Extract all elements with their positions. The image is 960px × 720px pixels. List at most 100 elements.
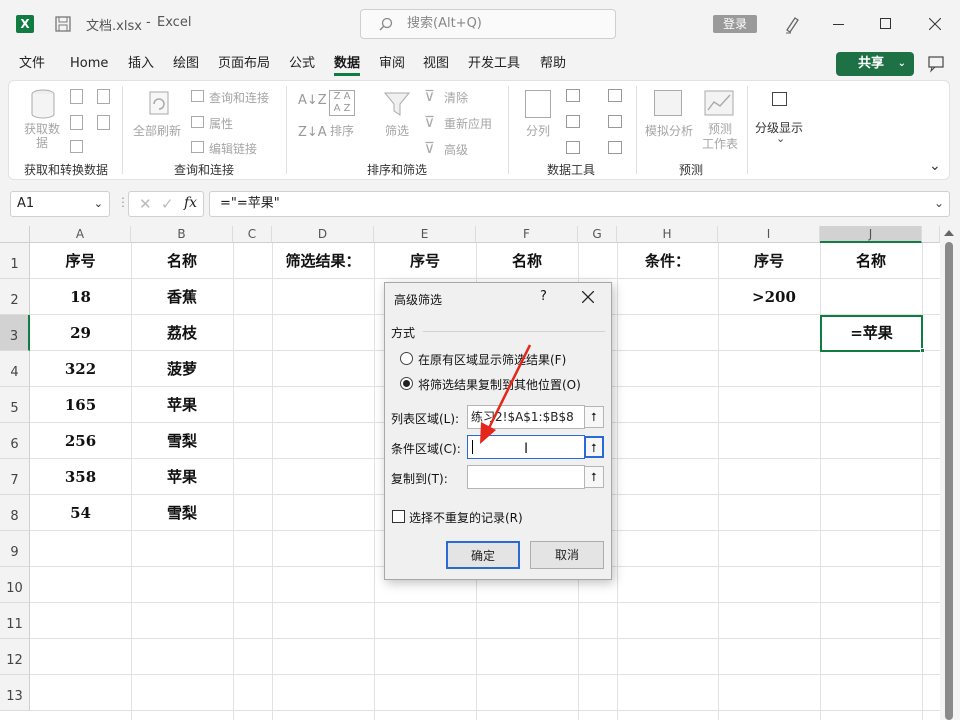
what-if-icon[interactable] [654,90,682,116]
row-header-10[interactable]: 10 [0,567,30,603]
row-header-13[interactable]: 13 [0,675,30,711]
cell-b3[interactable]: 荔枝 [131,315,233,351]
cell-j1[interactable]: 名称 [820,243,922,279]
cell-a6[interactable]: 256 [30,423,131,459]
get-data-button[interactable]: 获取数 据 [24,122,60,150]
edit-links-icon[interactable] [191,141,204,153]
cell-e1[interactable]: 序号 [374,243,476,279]
unique-records-checkbox[interactable] [392,510,405,523]
cell-a5[interactable]: 165 [30,387,131,423]
unique-records-label[interactable]: 选择不重复的记录(R) [409,509,523,526]
column-header-a[interactable]: A [30,226,131,243]
refresh-all-icon[interactable] [144,88,174,118]
row-header-4[interactable]: 4 [0,351,30,387]
cell-b5[interactable]: 苹果 [131,387,233,423]
sort-za-icon[interactable]: Z↓A [298,125,327,140]
column-header-i[interactable]: I [718,226,820,243]
cell-i2[interactable]: >200 [718,279,820,315]
cell-b1[interactable]: 名称 [131,243,233,279]
maximize-icon[interactable] [880,18,891,29]
collapse-ribbon-icon[interactable]: ⌄ [929,158,941,174]
row-header-5[interactable]: 5 [0,387,30,423]
reapply-icon[interactable]: ⊽ [424,113,435,131]
from-text-icon[interactable] [70,89,83,104]
cell-f1[interactable]: 名称 [476,243,578,279]
cell-b6[interactable]: 雪梨 [131,423,233,459]
cell-a2[interactable]: 18 [30,279,131,315]
clear-filter-icon[interactable]: ⊽ [424,87,435,105]
login-button[interactable]: 登录 [713,15,757,33]
cell-a4[interactable]: 322 [30,351,131,387]
queries-icon[interactable] [191,90,204,102]
column-header-k[interactable] [922,226,940,243]
menu-formulas[interactable]: 公式 [289,54,315,76]
data-validation-icon[interactable] [566,141,580,154]
row-header-7[interactable]: 7 [0,459,30,495]
column-header-h[interactable]: H [617,226,718,243]
properties-icon[interactable] [191,116,204,128]
text-to-columns-icon[interactable] [525,90,551,118]
cell-b4[interactable]: 菠萝 [131,351,233,387]
menu-review[interactable]: 审阅 [379,54,405,76]
menu-view[interactable]: 视图 [423,54,449,76]
remove-duplicates-icon[interactable] [566,115,580,128]
copy-to-picker[interactable]: ⭡ [584,466,604,488]
row-header-2[interactable]: 2 [0,279,30,315]
sort-button[interactable]: 排序 [330,122,354,139]
menu-help[interactable]: 帮助 [540,54,566,76]
relationships-icon[interactable] [608,115,622,128]
advanced-filter-icon[interactable]: ⊽ [424,139,435,157]
row-header-11[interactable]: 11 [0,603,30,639]
menu-insert[interactable]: 插入 [128,54,154,76]
close-icon[interactable] [929,18,941,30]
what-if-button[interactable]: 模拟分析 [645,122,693,139]
copy-to-field[interactable] [467,465,585,489]
cancel-icon[interactable]: ✕ [139,195,152,213]
sort-icon[interactable]: Z AA Z [329,90,355,116]
advanced-filter-button[interactable]: 高级 [444,141,468,158]
consolidate-icon[interactable] [608,89,622,102]
select-all-corner[interactable] [0,226,30,243]
scroll-up-icon[interactable] [944,230,954,236]
database-icon[interactable] [30,88,56,122]
minimize-icon[interactable] [833,24,844,25]
row-header-6[interactable]: 6 [0,423,30,459]
criteria-range-picker[interactable]: ⭡ [584,436,604,458]
column-header-g[interactable]: G [578,226,617,243]
menu-home[interactable]: Home [70,54,108,76]
close-icon[interactable] [582,291,594,303]
formula-input[interactable]: ="=苹果" [209,191,950,217]
sort-az-icon[interactable]: A↓Z [298,93,327,108]
column-header-d[interactable]: D [272,226,374,243]
menu-developer[interactable]: 开发工具 [468,54,520,76]
refresh-all-button[interactable]: 全部刷新 [133,122,181,139]
comments-icon[interactable] [927,55,945,73]
row-header-8[interactable]: 8 [0,495,30,531]
row-header-3[interactable]: 3 [0,315,30,351]
ok-button[interactable]: 确定 [446,541,520,569]
recent-sources-icon[interactable] [97,89,110,104]
from-table-icon[interactable] [70,140,83,153]
enter-icon[interactable]: ✓ [161,195,174,213]
scrollbar-thumb[interactable] [945,242,953,720]
fill-handle[interactable] [920,348,925,353]
insert-function-icon[interactable]: fx [184,195,197,211]
column-header-c[interactable]: C [233,226,272,243]
forecast-sheet-icon[interactable] [704,90,734,116]
radio-copy-to[interactable] [400,377,413,390]
list-range-picker[interactable]: ⭡ [584,406,604,428]
row-header-12[interactable]: 12 [0,639,30,675]
menu-file[interactable]: 文件 [19,54,45,76]
filter-button[interactable]: 筛选 [385,122,409,139]
flash-fill-icon[interactable] [566,89,580,102]
save-icon[interactable] [55,16,71,32]
cell-a1[interactable]: 序号 [30,243,131,279]
column-header-j[interactable]: J [820,226,922,243]
column-header-b[interactable]: B [131,226,233,243]
properties-button[interactable]: 属性 [209,115,233,132]
row-header-9[interactable]: 9 [0,531,30,567]
search-input[interactable]: 搜索(Alt+Q) [360,9,616,39]
outline-icon[interactable] [772,92,787,106]
cell-i1[interactable]: 序号 [718,243,820,279]
row-header-1[interactable]: 1 [0,243,30,279]
